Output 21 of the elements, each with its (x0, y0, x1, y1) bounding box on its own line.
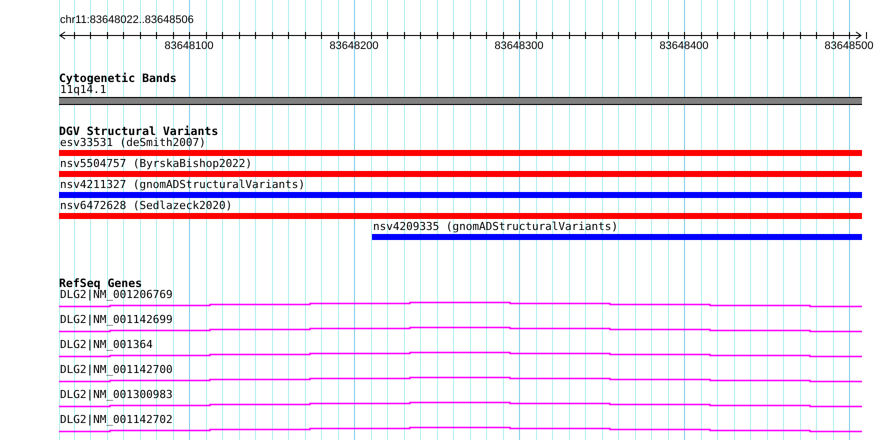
tick-label: 83648500 (824, 40, 874, 52)
tick-label: 83648200 (330, 40, 378, 52)
transcript-label: DLG2|NM_001364 (59, 339, 153, 351)
track-title: RefSeq Genes (59, 277, 142, 289)
band-label: 11q14.1 (60, 84, 106, 96)
variant-label: esv33531 (deSmith2007) (59, 137, 206, 149)
tick-label: 83648400 (660, 40, 708, 52)
transcript-label: DLG2|NM_001206769 (60, 289, 173, 301)
transcript-label: DLG2|NM_001142699 (59, 314, 173, 326)
transcript-label: DLG2|NM_001142700 (59, 364, 173, 376)
variant-label: nsv5504757 (ByrskaBishop2022) (59, 158, 252, 170)
tick-label: 83648100 (164, 40, 214, 52)
variant-label: nsv4209335 (gnomADStructuralVariants) (372, 221, 618, 233)
transcript-label: DLG2|NM_001300983 (59, 389, 173, 401)
transcript-label: DLG2|NM_001142702 (59, 414, 173, 426)
tick-label: 83648300 (494, 40, 544, 52)
region-label: chr11:83648022..83648506 (59, 14, 194, 26)
variant-label: nsv4211327 (gnomADStructuralVariants) (59, 179, 306, 191)
track-title: Cytogenetic Bands (59, 72, 177, 84)
track-title: DGV Structural Variants (59, 125, 218, 137)
variant-label: nsv6472628 (Sedlazeck2020) (59, 200, 232, 212)
